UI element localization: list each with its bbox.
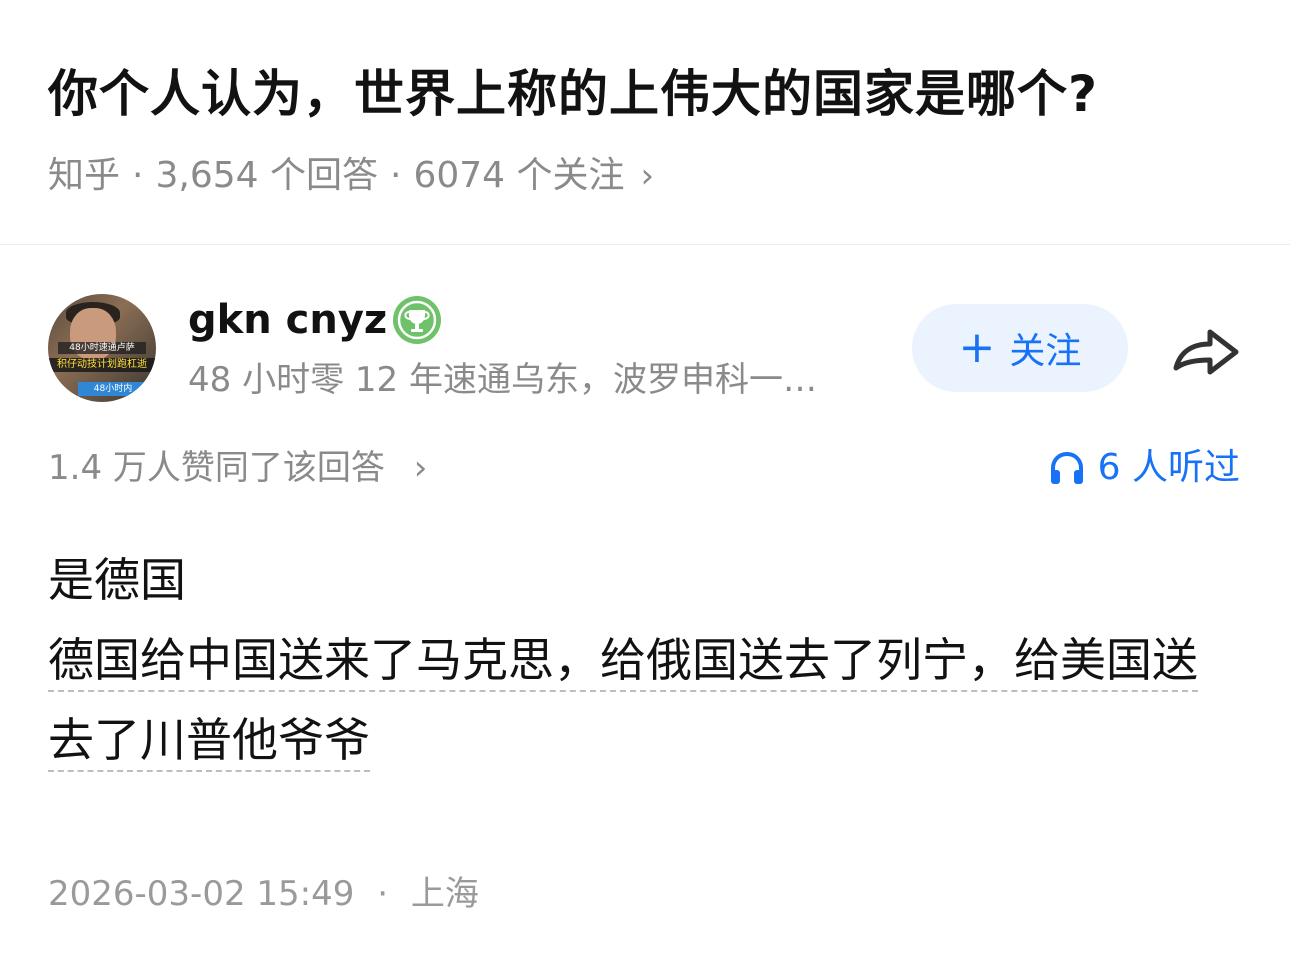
answer-footer: 2026-03-02 15:49 · 上海 xyxy=(48,870,479,918)
answer-highlighted-text[interactable]: 德国给中国送来了马克思，给俄国送去了列宁，给美国送去了川普他爷爷 xyxy=(48,633,1198,767)
meta-separator: · xyxy=(389,155,402,196)
footer-separator: · xyxy=(377,874,389,914)
answer-first-line: 是德国 xyxy=(48,553,186,607)
answer-datetime: 2026-03-02 15:49 xyxy=(48,874,355,914)
followers-count: 6074 个关注 xyxy=(413,155,625,196)
author-name[interactable]: gkn cnyz xyxy=(188,294,387,346)
answers-count: 3,654 个回答 xyxy=(155,155,378,196)
question-meta[interactable]: 知乎 · 3,654 个回答 · 6074 个关注 › xyxy=(48,152,654,200)
author-bio: 48 小时零 12 年速通乌东，波罗申科一… xyxy=(188,360,817,400)
listeners-button[interactable]: 6 人听过 xyxy=(1048,444,1240,492)
follow-button[interactable]: + 关注 xyxy=(912,304,1128,392)
answer-location: 上海 xyxy=(410,874,479,914)
plus-icon: + xyxy=(958,322,996,373)
trophy-badge-icon[interactable] xyxy=(392,295,442,345)
avatar-caption: 48小时速通卢萨 xyxy=(58,342,146,354)
share-arrow-icon[interactable] xyxy=(1170,320,1242,380)
question-title[interactable]: 你个人认为，世界上称的上伟大的国家是哪个? xyxy=(48,62,1248,126)
avatar-caption: 积仔动技计划跑杠逝 xyxy=(48,358,156,372)
chevron-right-icon: › xyxy=(413,448,428,488)
listeners-text: 6 人听过 xyxy=(1097,447,1240,488)
section-divider xyxy=(0,244,1290,245)
votes-link[interactable]: 1.4 万人赞同了该回答 › xyxy=(48,444,427,492)
follow-label: 关注 xyxy=(1009,331,1082,372)
answer-body[interactable]: 是德国 德国给中国送来了马克思，给俄国送去了列宁，给美国送去了川普他爷爷 xyxy=(48,540,1238,780)
source-label: 知乎 xyxy=(48,155,121,196)
avatar[interactable]: 48小时速通卢萨 积仔动技计划跑杠逝 48小时内 xyxy=(48,294,156,402)
chevron-right-icon: › xyxy=(640,156,655,196)
meta-separator: · xyxy=(132,155,144,196)
votes-text: 1.4 万人赞同了该回答 xyxy=(48,448,385,488)
headphones-icon xyxy=(1050,451,1083,484)
avatar-caption: 48小时内 xyxy=(78,382,148,396)
